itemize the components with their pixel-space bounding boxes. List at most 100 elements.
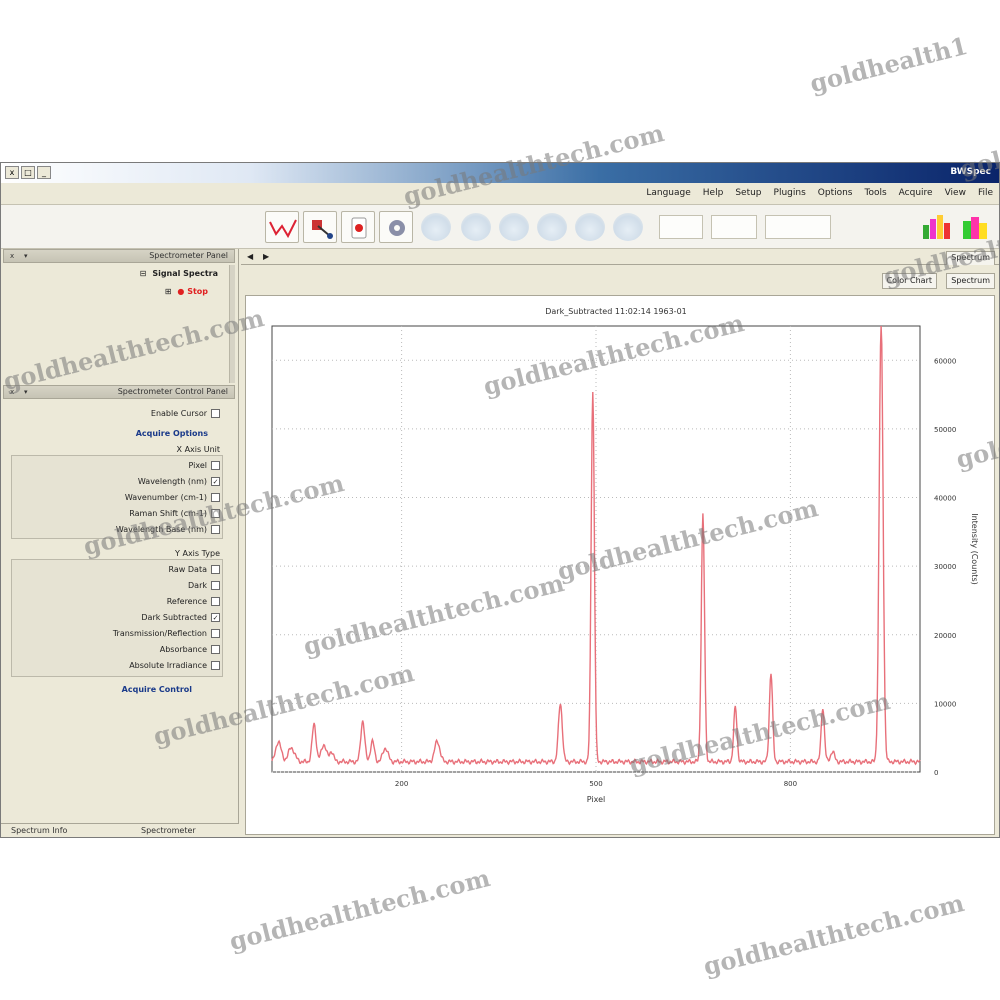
unit-row-3[interactable]: Raman Shift (cm-1)	[129, 509, 220, 518]
menu-tools[interactable]: Tools	[865, 188, 887, 198]
type-label: Transmission/Reflection	[112, 629, 207, 638]
menu-help[interactable]: Help	[703, 188, 724, 198]
type-row-1[interactable]: Dark	[188, 581, 220, 590]
acquire-control-link[interactable]: Acquire Control	[122, 685, 192, 694]
title-bar: x □ _ BWSpec	[1, 163, 999, 183]
menu-options[interactable]: Options	[818, 188, 853, 198]
x-axis-label: Pixel	[587, 795, 606, 804]
main-tab-bar: ◀ ▶ Spectrum	[241, 249, 999, 265]
chevron-right-icon[interactable]: ▶	[263, 252, 269, 261]
y-tick-label: 60000	[934, 357, 956, 365]
menu-file[interactable]: File	[978, 188, 993, 198]
scan-button-3[interactable]	[499, 213, 529, 241]
unit-row-0[interactable]: Pixel	[188, 461, 220, 470]
enable-cursor-row[interactable]: Enable Cursor	[151, 409, 220, 418]
unit-label: Wavelength Base (nm)	[115, 525, 207, 534]
watermark-text: goldhealthtech.com	[226, 863, 493, 956]
unit-checkbox[interactable]	[211, 461, 220, 470]
close-icon[interactable]: x	[5, 166, 19, 179]
collapse-icon[interactable]: ⊟	[140, 269, 147, 278]
chart-title: Dark_Subtracted 11:02:14 1963-01	[545, 307, 687, 316]
type-checkbox[interactable]: ✓	[211, 613, 220, 622]
maximize-icon[interactable]: □	[21, 166, 35, 179]
spectrum-chart[interactable]: Dark_Subtracted 11:02:14 1963-01 200 500 8…	[246, 296, 996, 836]
record-icon	[351, 217, 367, 239]
unit-row-2[interactable]: Wavenumber (cm-1)	[125, 493, 220, 502]
type-label: Absolute Irradiance	[129, 661, 207, 670]
close-icon[interactable]: x	[10, 388, 18, 396]
probe-button[interactable]	[303, 211, 337, 243]
spectrum-series-line	[271, 325, 921, 766]
enable-cursor-label: Enable Cursor	[150, 409, 207, 418]
minimize-icon[interactable]: _	[37, 166, 51, 179]
type-checkbox[interactable]	[211, 597, 220, 606]
scan-button-2[interactable]	[461, 213, 491, 241]
unit-checkbox[interactable]	[211, 493, 220, 502]
display-panel-title: Spectrometer Control Panel	[117, 387, 228, 396]
pin-icon[interactable]: ▾	[24, 388, 32, 396]
unit-row-1[interactable]: Wavelength (nm) ✓	[138, 477, 220, 486]
type-label: Reference	[166, 597, 207, 606]
type-checkbox[interactable]	[211, 581, 220, 590]
record-button[interactable]	[341, 211, 375, 243]
spectrum-chart-button[interactable]	[265, 211, 299, 243]
type-checkbox[interactable]	[211, 645, 220, 654]
menu-language[interactable]: Language	[646, 188, 690, 198]
type-row-2[interactable]: Reference	[167, 597, 220, 606]
status-spectrum-info[interactable]: Spectrum Info	[11, 826, 67, 835]
scan-button-5[interactable]	[575, 213, 605, 241]
menu-items: Language Help Setup Plugins Options Tool…	[646, 188, 993, 198]
tab-spectrum-main[interactable]: Spectrum	[946, 251, 995, 265]
type-checkbox[interactable]	[211, 629, 220, 638]
close-icon[interactable]: x	[10, 252, 18, 260]
watermark-text: goldhealth1	[806, 30, 971, 99]
chart-color-button[interactable]	[919, 211, 953, 243]
signal-channel-label: Signal Spectra	[152, 269, 218, 278]
menu-acquire[interactable]: Acquire	[899, 188, 933, 198]
menu-setup[interactable]: Setup	[735, 188, 761, 198]
expand-icon[interactable]: ⊞	[165, 287, 172, 296]
gear-icon	[389, 220, 405, 236]
type-label: Absorbance	[159, 645, 207, 654]
menu-view[interactable]: View	[945, 188, 966, 198]
unit-checkbox[interactable]	[211, 525, 220, 534]
live-status[interactable]: ● Stop	[177, 287, 208, 296]
menu-plugins[interactable]: Plugins	[774, 188, 806, 198]
subtab-spectrum[interactable]: Spectrum	[946, 273, 995, 289]
unit-label: Raman Shift (cm-1)	[129, 509, 207, 518]
unit-checkbox[interactable]: ✓	[211, 477, 220, 486]
type-checkbox[interactable]	[211, 661, 220, 670]
enable-cursor-checkbox[interactable]	[211, 409, 220, 418]
scan-button-1[interactable]	[421, 213, 451, 241]
scan-button-4[interactable]	[537, 213, 567, 241]
watermark-text: goldhealthtech.com	[700, 888, 967, 981]
type-row-3[interactable]: Dark Subtracted ✓	[141, 613, 220, 622]
type-row-5[interactable]: Absorbance	[160, 645, 220, 654]
type-row-0[interactable]: Raw Data	[169, 565, 220, 574]
pin-icon[interactable]: ▾	[24, 252, 32, 260]
bar-chart-icon	[923, 215, 950, 239]
palette-button[interactable]	[957, 211, 991, 243]
integration-time-field[interactable]	[659, 215, 703, 239]
type-row-6[interactable]: Absolute Irradiance	[129, 661, 220, 670]
unit-checkbox[interactable]	[211, 509, 220, 518]
scan-button-6[interactable]	[613, 213, 643, 241]
chevron-left-icon[interactable]: ◀	[247, 252, 253, 261]
app-window: x □ _ BWSpec Language Help Setup Plugins…	[0, 162, 1000, 838]
smoothing-field[interactable]	[765, 215, 831, 239]
subtab-color-chart[interactable]: Color Chart	[881, 273, 937, 289]
average-field[interactable]	[711, 215, 757, 239]
spectrum-icon	[269, 219, 297, 239]
status-spectrometer[interactable]: Spectrometer	[141, 826, 196, 835]
type-checkbox[interactable]	[211, 565, 220, 574]
acquire-options-link[interactable]: Acquire Options	[136, 429, 208, 438]
y-tick-label: 10000	[934, 700, 956, 708]
unit-row-4[interactable]: Wavelength Base (nm)	[116, 525, 220, 534]
left-status-bar: Spectrometer Spectrum Info	[1, 823, 239, 837]
type-heading: Y Axis Type	[175, 549, 220, 558]
y-tick-label: 20000	[934, 632, 956, 640]
y-ticks: 0 10000 20000 30000 40000 50000 60000	[934, 357, 956, 777]
type-row-4[interactable]: Transmission/Reflection	[113, 629, 220, 638]
settings-button[interactable]	[379, 211, 413, 243]
signal-scrollbar[interactable]	[229, 265, 235, 383]
